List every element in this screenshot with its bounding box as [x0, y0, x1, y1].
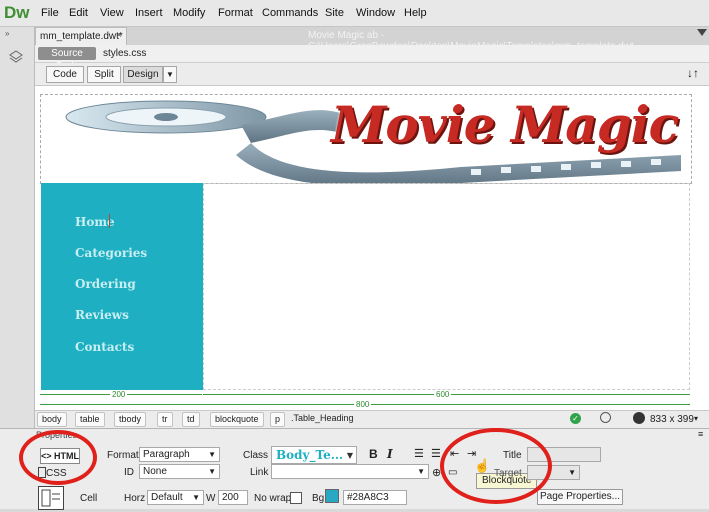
html-mode-button[interactable]: <> HTML	[40, 448, 80, 464]
tag-body[interactable]: body	[37, 412, 67, 427]
bg-label: Bg	[312, 493, 325, 504]
guide-width-total[interactable]: 800	[354, 400, 372, 409]
title-field[interactable]	[527, 447, 601, 462]
close-tab-icon[interactable]: ×	[116, 30, 122, 41]
design-view-button[interactable]: Design	[123, 66, 163, 83]
tag-class[interactable]: .Table_Heading	[287, 412, 358, 425]
nav-categories[interactable]: Categories	[75, 246, 147, 260]
menu-commands[interactable]: Commands	[262, 7, 318, 19]
window-size-dropdown-icon[interactable]: ▾	[694, 414, 698, 423]
id-label: ID	[124, 467, 134, 478]
menu-help[interactable]: Help	[404, 7, 427, 19]
format-label: Format	[107, 450, 139, 461]
text-cursor	[109, 214, 110, 228]
bold-button[interactable]: B	[369, 447, 378, 461]
code-view-button[interactable]: Code	[46, 66, 84, 83]
page-properties-button[interactable]: Page Properties...	[537, 489, 623, 505]
css-mode-button[interactable]: CSS	[46, 468, 67, 479]
code-brackets-icon: <>	[41, 451, 55, 461]
filter-icon[interactable]	[697, 29, 707, 36]
tag-tbody[interactable]: tbody	[114, 412, 147, 427]
menu-file[interactable]: File	[41, 7, 59, 19]
preview-icon[interactable]	[600, 412, 611, 423]
id-select[interactable]: None ▼	[139, 464, 220, 479]
left-panel-strip: »	[0, 27, 35, 438]
menu-insert[interactable]: Insert	[135, 7, 163, 19]
width-field[interactable]: 200	[218, 490, 248, 505]
view-dropdown-arrow-icon[interactable]: ▼	[163, 66, 177, 83]
w-label: W	[206, 493, 216, 504]
html-label: HTML	[54, 451, 80, 461]
check-status-icon[interactable]: ✓	[570, 413, 581, 424]
source-code-button[interactable]: Source Code	[38, 47, 96, 72]
cell-label: Cell	[80, 493, 98, 504]
class-select[interactable]: Body_Te... ▼	[271, 446, 357, 464]
horz-select[interactable]: Default ▼	[147, 490, 204, 505]
bg-color-swatch[interactable]	[325, 489, 339, 503]
split-view-button[interactable]: Split	[87, 66, 121, 83]
tag-td[interactable]: td	[182, 412, 200, 427]
globe-icon[interactable]	[633, 412, 645, 424]
horz-label: Horz	[124, 493, 146, 504]
ordered-list-icon[interactable]: ☰	[431, 447, 441, 460]
cell-table-icon	[38, 486, 64, 510]
guide-width-left[interactable]: 200	[110, 390, 128, 399]
tag-blockquote[interactable]: blockquote	[210, 412, 264, 427]
link-label: Link	[250, 467, 269, 478]
format-select[interactable]: Paragraph ▼	[139, 447, 220, 462]
guide-width-right[interactable]: 600	[434, 390, 452, 399]
properties-title: Properties	[36, 430, 78, 440]
layers-icon[interactable]	[8, 49, 24, 65]
styles-css-link[interactable]: styles.css	[103, 48, 146, 59]
nav-ordering[interactable]: Ordering	[75, 277, 136, 291]
sort-arrows-icon[interactable]: ↓↑	[687, 66, 699, 80]
menu-site[interactable]: Site	[325, 7, 344, 19]
panel-menu-icon[interactable]: ≡	[698, 429, 703, 439]
table-width-guides: 200 600 800	[40, 390, 691, 410]
mouse-pointer-icon: ☝	[474, 458, 491, 473]
browse-folder-icon[interactable]: ▭	[448, 467, 457, 478]
window-size[interactable]: 833 x 399	[650, 414, 694, 425]
document-tab[interactable]: mm_template.dwt*	[35, 27, 127, 45]
menu-modify[interactable]: Modify	[173, 7, 205, 19]
target-select[interactable]: ▼	[527, 465, 580, 480]
tag-tr[interactable]: tr	[157, 412, 173, 427]
expand-arrows-icon[interactable]: »	[5, 29, 9, 38]
menu-format[interactable]: Format	[218, 7, 253, 19]
banner-image: Movie Magic	[40, 94, 692, 184]
tag-p[interactable]: p	[270, 412, 286, 427]
link-field[interactable]: ▼	[271, 464, 429, 479]
content-cell[interactable]	[203, 183, 690, 390]
nav-contacts[interactable]: Contacts	[75, 340, 134, 354]
unordered-list-icon[interactable]: ☰	[414, 447, 424, 460]
css-icon	[38, 467, 46, 478]
target-label: Target	[494, 468, 522, 479]
bg-color-field[interactable]: #28A8C3	[343, 490, 407, 505]
title-label: Title	[503, 450, 522, 461]
nowrap-label: No wrap	[254, 493, 292, 504]
banner-title: Movie Magic	[331, 95, 679, 154]
nav-reviews[interactable]: Reviews	[75, 308, 129, 322]
outdent-icon[interactable]: ⇤	[450, 447, 459, 460]
class-label: Class	[243, 450, 269, 461]
menu-edit[interactable]: Edit	[69, 7, 88, 19]
italic-button[interactable]: I	[387, 447, 393, 461]
nowrap-checkbox[interactable]	[290, 492, 302, 504]
menu-window[interactable]: Window	[356, 7, 395, 19]
point-to-file-icon[interactable]: ⊕	[432, 466, 441, 479]
menu-view[interactable]: View	[100, 7, 124, 19]
tag-table[interactable]: table	[75, 412, 105, 427]
dreamweaver-logo: Dw	[4, 3, 30, 22]
